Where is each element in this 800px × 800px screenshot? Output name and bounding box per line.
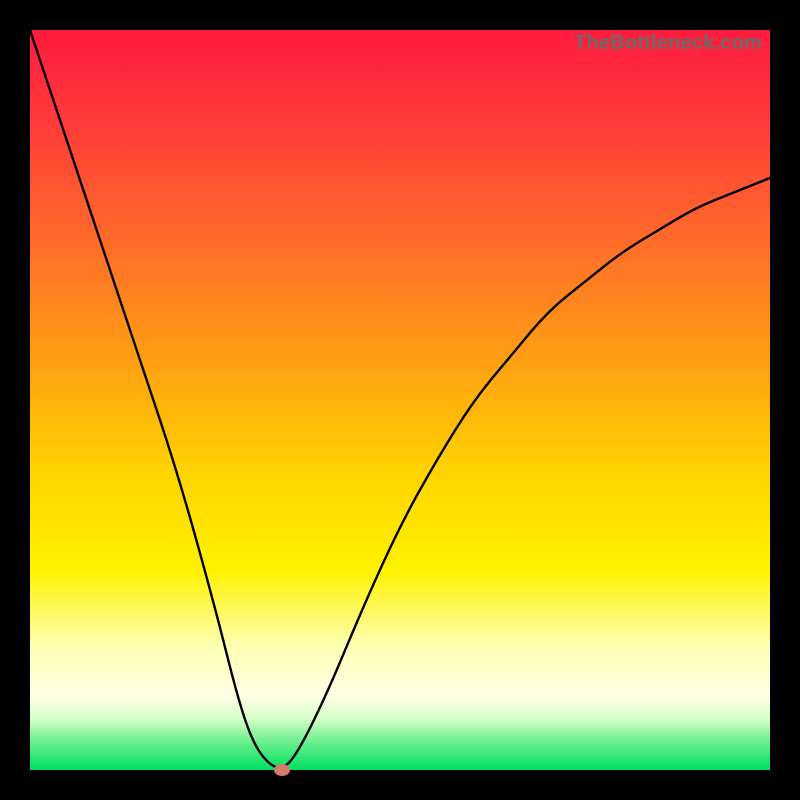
optimum-marker: [274, 764, 290, 776]
watermark-label: TheBottleneck.com: [574, 32, 762, 55]
chart-frame: TheBottleneck.com: [0, 0, 800, 800]
plot-area: TheBottleneck.com: [30, 30, 770, 770]
bottleneck-curve: [30, 30, 770, 770]
